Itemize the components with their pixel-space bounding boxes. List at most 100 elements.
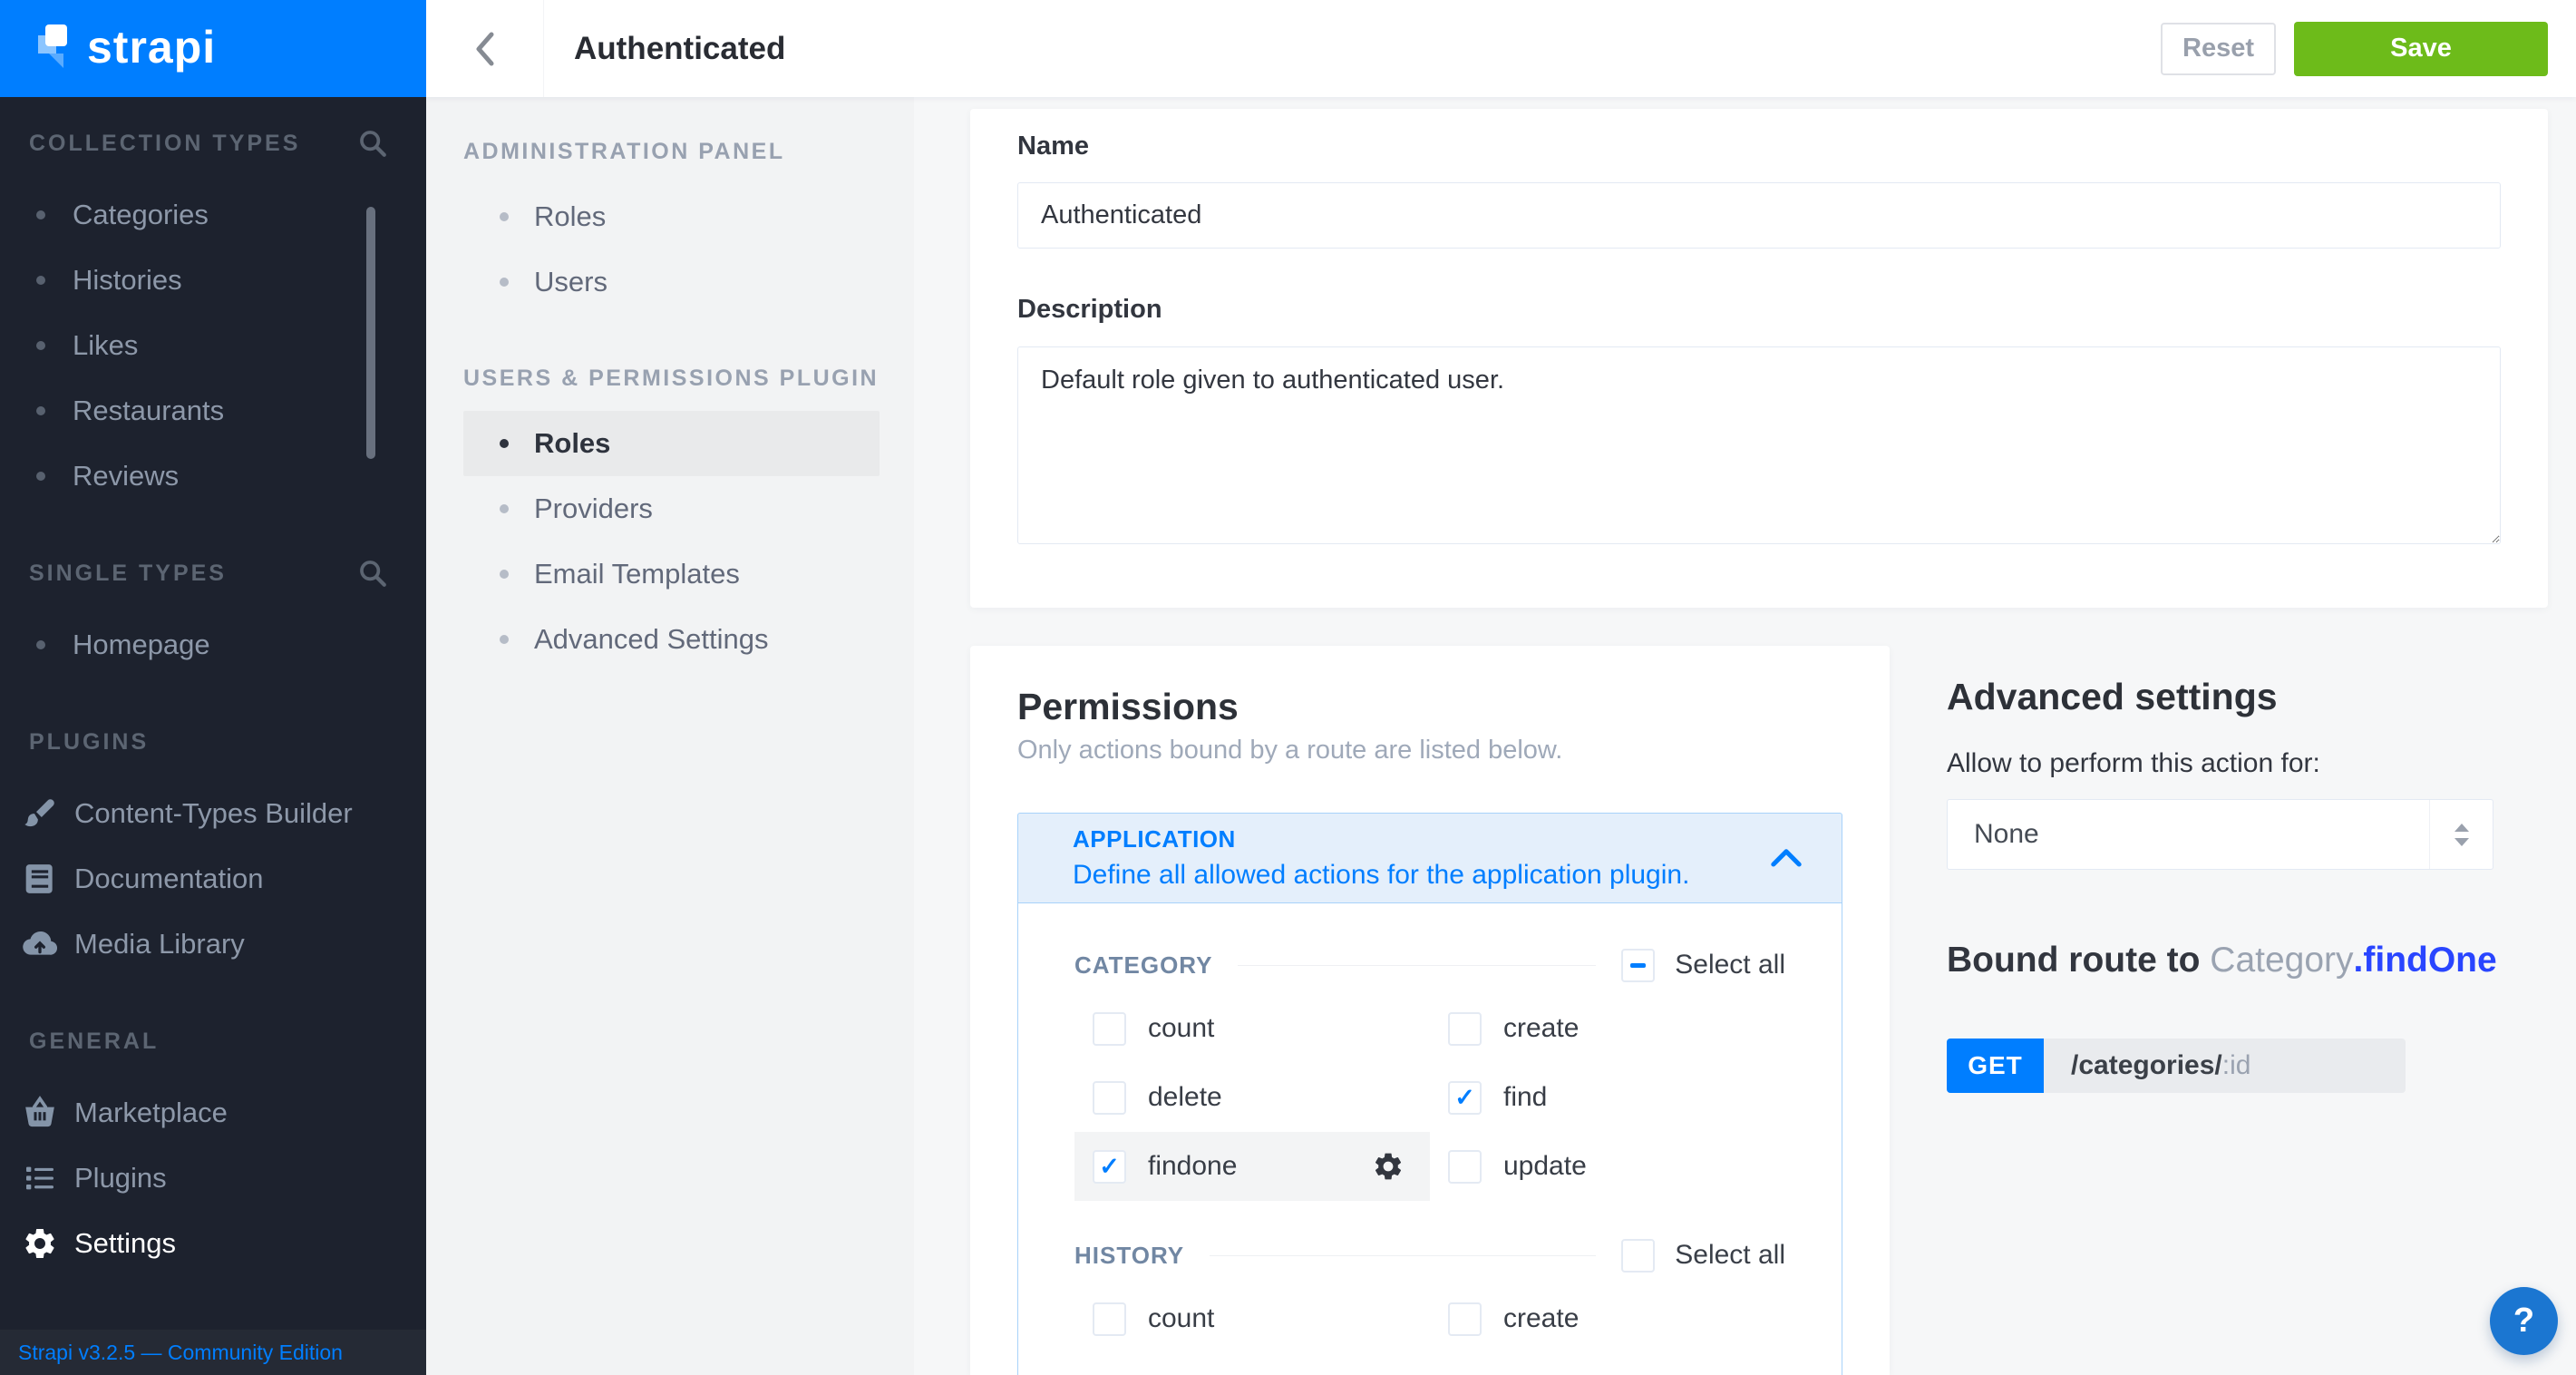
bullet-icon [36,406,45,415]
permission-group-header: CATEGORYSelect all [1074,947,1785,983]
subnav-item-label: Roles [534,200,606,233]
page-title: Authenticated [574,31,785,67]
checkbox-count[interactable] [1093,1302,1126,1336]
subnav-group-label: USERS & PERMISSIONS PLUGIN [463,366,880,393]
bullet-icon [36,341,45,350]
reset-button[interactable]: Reset [2161,23,2276,75]
role-form-card: Name Description Default role given to a… [970,109,2548,608]
sidebar-item-label: Media Library [74,928,245,961]
gear-icon [22,1225,58,1262]
subnav-item-advanced-settings[interactable]: Advanced Settings [463,607,880,672]
subnav-item-roles[interactable]: Roles [463,184,880,249]
sidebar-item-media-library[interactable]: Media Library [0,912,426,977]
sidebar-item-label: Reviews [73,460,179,492]
permissions-card: Permissions Only actions bound by a rout… [970,646,1890,1375]
subnav-item-roles[interactable]: Roles [463,411,880,476]
plugin-accordion: APPLICATION Define all allowed actions f… [1017,813,1842,1375]
subnav-item-label: Email Templates [534,558,740,590]
permissions-subtitle: Only actions bound by a route are listed… [1017,736,1842,766]
bullet-icon [500,635,509,644]
sidebar-item-restaurants[interactable]: Restaurants [0,378,426,444]
back-button[interactable] [426,0,544,97]
route-path-param: :id [2222,1050,2251,1081]
subnav-group-administration-panel: ADMINISTRATION PANELRolesUsers [463,139,880,315]
permission-row-count: count [1074,994,1430,1063]
strapi-logo[interactable]: strapi [0,0,426,97]
sidebar-section-label: GENERAL [29,1029,159,1055]
route-method-badge: GET [1947,1039,2044,1093]
sidebar-item-label: Marketplace [74,1097,228,1129]
subnav-item-email-templates[interactable]: Email Templates [463,541,880,607]
sidebar-scrollbar[interactable] [366,207,375,459]
sidebar-item-reviews[interactable]: Reviews [0,444,426,509]
sidebar-footer: Strapi v3.2.5 — Community Edition [0,1330,426,1375]
sidebar-item-likes[interactable]: Likes [0,313,426,378]
permission-row-update: update [1430,1132,1785,1201]
sidebar-section-header: COLLECTION TYPES [0,130,426,157]
checkbox-findone[interactable]: ✓ [1093,1150,1126,1184]
sidebar-section-label: COLLECTION TYPES [29,131,300,157]
plugin-name: APPLICATION [1073,825,1689,853]
select-all-label: Select all [1675,1240,1785,1271]
sidebar-section-plugins: PLUGINS Content-Types BuilderDocumentatio… [0,728,426,977]
main-sidebar: strapi COLLECTION TYPES CategoriesHistori… [0,0,426,1375]
sidebar-item-homepage[interactable]: Homepage [0,612,426,678]
subnav-item-providers[interactable]: Providers [463,476,880,541]
select-all-category[interactable]: Select all [1621,949,1785,982]
checkbox-count[interactable] [1093,1012,1126,1046]
sidebar-item-documentation[interactable]: Documentation [0,846,426,912]
sidebar-item-plugins[interactable]: Plugins [0,1146,426,1211]
sidebar-item-marketplace[interactable]: Marketplace [0,1080,426,1146]
search-icon[interactable] [357,128,388,159]
permission-label: findone [1148,1151,1237,1182]
chevron-up-icon [1771,849,1802,867]
plugin-accordion-header-application[interactable]: APPLICATION Define all allowed actions f… [1017,813,1842,903]
select-all-checkbox[interactable] [1621,949,1655,982]
permission-label: count [1148,1303,1214,1334]
divider [1238,965,1596,966]
brush-icon [22,795,58,832]
strapi-version-link[interactable]: Strapi v3.2.5 — Community Edition [18,1341,343,1365]
subnav-item-label: Providers [534,492,653,525]
subnav-item-users[interactable]: Users [463,249,880,315]
permission-row-delete: delete [1074,1063,1430,1132]
description-label: Description [1017,294,2501,325]
checkmark-icon: ✓ [1099,1155,1120,1179]
bullet-icon [36,640,45,649]
help-button[interactable]: ? [2490,1287,2558,1355]
permission-label: delete [1148,1082,1222,1113]
sidebar-item-histories[interactable]: Histories [0,248,426,313]
checkbox-find[interactable]: ✓ [1448,1081,1482,1115]
sidebar-item-categories[interactable]: Categories [0,182,426,248]
description-textarea[interactable]: Default role given to authenticated user… [1017,346,2501,544]
permission-row-find: ✓ find [1430,1063,1785,1132]
name-input[interactable] [1017,182,2501,249]
gear-icon[interactable] [1372,1150,1405,1183]
checkbox-create[interactable] [1448,1012,1482,1046]
allow-action-select[interactable]: None [1947,799,2493,870]
search-icon[interactable] [357,558,388,589]
checkbox-update[interactable] [1448,1150,1482,1184]
bound-route-action: .findOne [2354,941,2497,980]
checkbox-delete[interactable] [1093,1081,1126,1115]
sidebar-section-label: SINGLE TYPES [29,561,227,587]
bullet-icon [36,276,45,285]
sidebar-item-content-types-builder[interactable]: Content-Types Builder [0,781,426,846]
permission-label: find [1503,1082,1547,1113]
select-all-history[interactable]: Select all [1621,1239,1785,1273]
select-all-checkbox[interactable] [1621,1239,1655,1273]
book-icon [22,861,58,897]
left-nav: COLLECTION TYPES CategoriesHistoriesLikes… [0,97,426,1276]
sidebar-section-header: PLUGINS [0,728,426,756]
bullet-icon [500,212,509,221]
checkbox-create[interactable] [1448,1302,1482,1336]
plugin-accordion-titles: APPLICATION Define all allowed actions f… [1073,825,1689,891]
list-icon [22,1160,58,1196]
save-button[interactable]: Save [2294,22,2548,76]
sidebar-item-settings[interactable]: Settings [0,1211,426,1276]
divider [1210,1255,1596,1256]
question-mark-icon: ? [2513,1302,2534,1341]
bullet-icon [36,210,45,219]
strapi-logo-text: strapi [87,21,216,73]
sidebar-item-label: Restaurants [73,395,224,427]
